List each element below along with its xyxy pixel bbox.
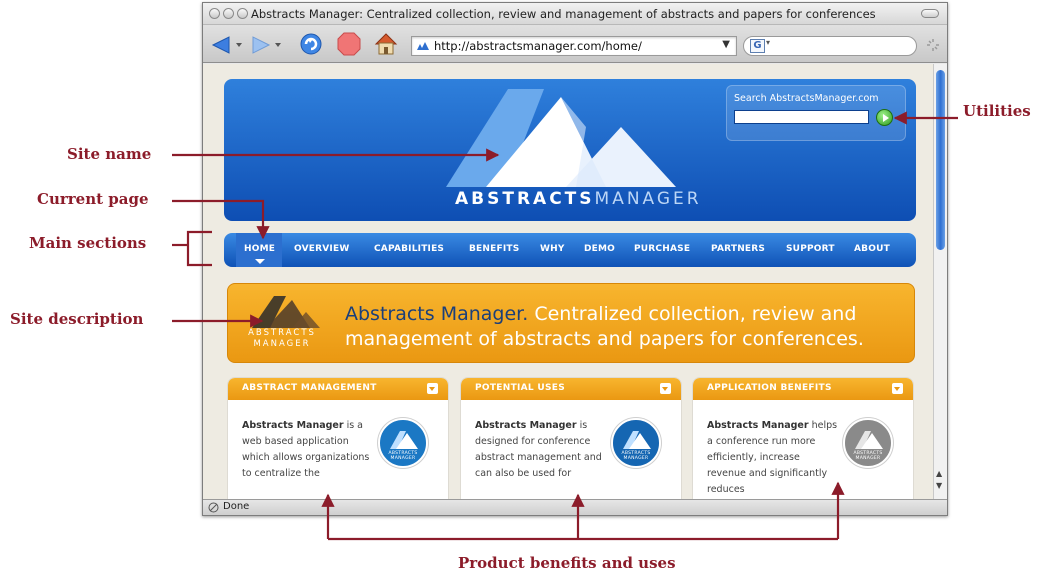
back-button[interactable] (211, 35, 245, 55)
browser-search-field[interactable]: G ▾ (743, 36, 917, 56)
current-page-caret-icon (255, 259, 265, 264)
nav-demo[interactable]: DEMO (584, 244, 615, 254)
activity-spinner-icon (927, 39, 939, 51)
card-expand-icon[interactable] (660, 383, 671, 394)
badge-mountains-icon (855, 431, 883, 449)
site-description-banner: ABSTRACTS MANAGER Abstracts Manager. Cen… (227, 283, 915, 363)
search-go-button[interactable] (876, 109, 893, 126)
card-lead: Abstracts Manager (707, 420, 809, 431)
nav-about[interactable]: ABOUT (854, 244, 890, 254)
url-dropdown-icon[interactable]: ▼ (722, 39, 730, 50)
card-expand-icon[interactable] (427, 383, 438, 394)
url-text: http://abstractsmanager.com/home/ (434, 39, 642, 53)
site-logo-wordmark[interactable]: ABSTRACTSMANAGER (455, 189, 702, 209)
scrollbar-thumb[interactable] (936, 70, 945, 250)
nav-partners[interactable]: PARTNERS (711, 244, 765, 254)
card-header: ABSTRACT MANAGEMENT (228, 378, 448, 400)
callout-product-benefits: Product benefits and uses (458, 554, 676, 572)
badge-wordmark: ABSTRACTS MANAGER (845, 451, 891, 461)
card-text: Abstracts Manager is designed for confer… (475, 418, 607, 482)
callout-site-name: Site name (67, 145, 152, 163)
nav-support[interactable]: SUPPORT (786, 244, 835, 254)
callout-site-description: Site description (10, 310, 144, 328)
site-search-input[interactable] (734, 110, 869, 124)
abstracts-manager-badge-icon: ABSTRACTS MANAGER (611, 418, 661, 468)
callout-utilities: Utilities (963, 102, 1031, 120)
badge-line2: MANAGER (855, 456, 881, 461)
search-engine-dropdown-icon[interactable]: ▾ (766, 38, 770, 47)
vertical-scrollbar[interactable]: ▲ ▼ (933, 64, 947, 501)
nav-purchase[interactable]: PURCHASE (634, 244, 690, 254)
scroll-down-icon[interactable]: ▼ (936, 481, 942, 490)
callout-main-sections: Main sections (29, 234, 147, 252)
status-text: Done (223, 501, 250, 512)
browser-toolbar: http://abstractsmanager.com/home/ ▼ G ▾ (203, 25, 947, 63)
toolbar-toggle-icon[interactable] (921, 9, 939, 18)
window-title: Abstracts Manager: Centralized collectio… (251, 7, 876, 21)
nav-benefits[interactable]: BENEFITS (469, 244, 519, 254)
description-logo-icon (252, 296, 320, 328)
title-bar: Abstracts Manager: Centralized collectio… (203, 3, 947, 25)
card-header: POTENTIAL USES (461, 378, 681, 400)
close-window-icon[interactable] (209, 8, 220, 19)
abstracts-manager-badge-icon: ABSTRACTS MANAGER (843, 418, 893, 468)
status-bar: Done (203, 499, 947, 515)
badge-wordmark: ABSTRACTS MANAGER (380, 451, 426, 461)
badge-mountains-icon (623, 431, 651, 449)
card-title: POTENTIAL USES (475, 383, 566, 393)
google-search-icon[interactable]: G (750, 39, 765, 53)
site-search-label: Search AbstractsManager.com (734, 93, 879, 104)
address-bar[interactable]: http://abstractsmanager.com/home/ ▼ (411, 36, 737, 56)
badge-mountains-icon (390, 431, 418, 449)
description-logo-wordmark: ABSTRACTS MANAGER (242, 328, 322, 350)
security-status-icon (208, 502, 219, 513)
scroll-up-icon[interactable]: ▲ (936, 469, 942, 478)
card-text: Abstracts Manager is a web based applica… (242, 418, 374, 482)
badge-wordmark: ABSTRACTS MANAGER (613, 451, 659, 461)
card-application-benefits: APPLICATION BENEFITS Abstracts Manager h… (692, 377, 914, 501)
forward-button[interactable] (251, 35, 285, 55)
home-button[interactable] (373, 31, 399, 57)
abstracts-manager-badge-icon: ABSTRACTS MANAGER (378, 418, 428, 468)
description-logo-line2: MANAGER (253, 339, 311, 349)
stop-button[interactable] (337, 32, 361, 56)
nav-capabilities[interactable]: CAPABILITIES (374, 244, 444, 254)
logo-word-light: MANAGER (594, 189, 702, 209)
site-search-box: Search AbstractsManager.com (726, 85, 906, 141)
badge-line2: MANAGER (390, 456, 416, 461)
nav-why[interactable]: WHY (540, 244, 565, 254)
description-logo-line1: ABSTRACTS (248, 328, 316, 338)
nav-home[interactable]: HOME (244, 244, 275, 254)
card-header: APPLICATION BENEFITS (693, 378, 913, 400)
card-expand-icon[interactable] (892, 383, 903, 394)
site-favicon-icon (417, 42, 429, 50)
page-viewport: ABSTRACTSMANAGER Search AbstractsManager… (203, 64, 934, 501)
card-abstract-management: ABSTRACT MANAGEMENT Abstracts Manager is… (227, 377, 449, 501)
browser-window: Abstracts Manager: Centralized collectio… (202, 2, 948, 516)
card-body-text: helps a conference run more efficiently,… (707, 420, 838, 495)
site-description-text: Abstracts Manager. Centralized collectio… (345, 302, 901, 352)
reload-button[interactable] (299, 32, 323, 56)
nav-overview[interactable]: OVERVIEW (294, 244, 349, 254)
main-navigation: HOME OVERVIEW CAPABILITIES BENEFITS WHY … (224, 233, 916, 267)
callout-current-page: Current page (37, 190, 149, 208)
logo-word-bold: ABSTRACTS (455, 189, 595, 209)
card-lead: Abstracts Manager (242, 420, 344, 431)
card-title: APPLICATION BENEFITS (707, 383, 832, 393)
site-header-banner: ABSTRACTSMANAGER Search AbstractsManager… (224, 79, 916, 221)
card-title: ABSTRACT MANAGEMENT (242, 383, 377, 393)
zoom-window-icon[interactable] (237, 8, 248, 19)
badge-line2: MANAGER (623, 456, 649, 461)
card-potential-uses: POTENTIAL USES Abstracts Manager is desi… (460, 377, 682, 501)
card-text: Abstracts Manager helps a conference run… (707, 418, 839, 498)
description-brand: Abstracts Manager. (345, 303, 529, 325)
site-logo-mountains[interactable] (436, 87, 696, 197)
card-lead: Abstracts Manager (475, 420, 577, 431)
minimize-window-icon[interactable] (223, 8, 234, 19)
